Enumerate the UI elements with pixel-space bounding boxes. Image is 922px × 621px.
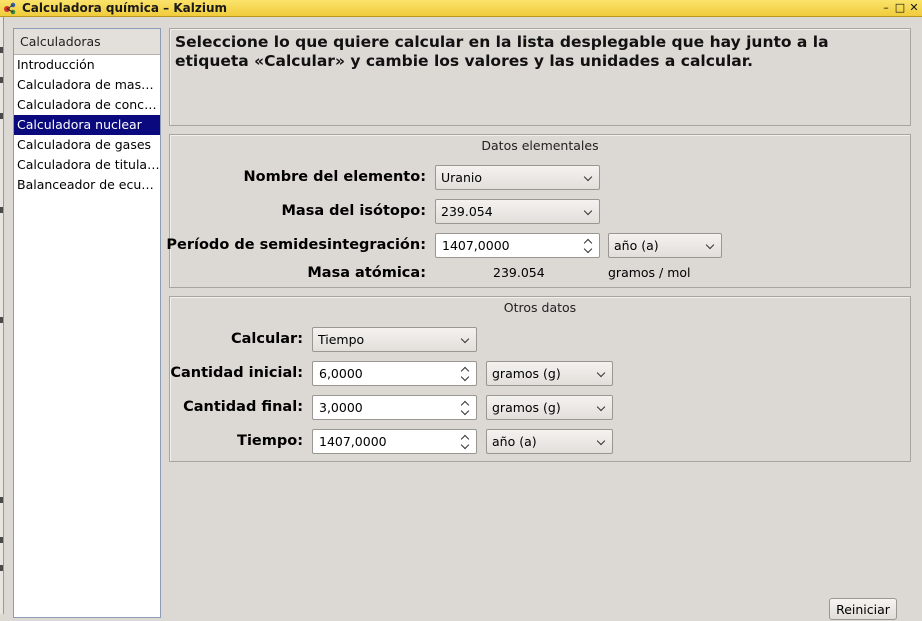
half-life-unit-value: año (a) [614,238,659,253]
element-name-value: Uranio [441,170,482,185]
kalzium-app-icon [4,2,16,15]
chevron-down-icon [705,240,715,250]
title-bar[interactable]: Calculadora química – Kalzium – □ ✕ [0,0,922,17]
description-text: Seleccione lo que quiere calcular en la … [175,33,829,70]
sidebar-item-titulacion[interactable]: Calculadora de titulación [14,155,160,175]
calculate-label: Calcular: [230,331,303,347]
elemental-data-title: Datos elementales [481,138,599,153]
time-value: 1407,0000 [319,434,387,449]
sidebar-item-masa-molecular[interactable]: Calculadora de masa molecular [14,75,160,95]
chevron-down-icon [460,334,470,344]
elemental-data-group: Datos elementales Nombre del elemento: U… [166,134,911,288]
time-label: Tiempo: [237,433,303,449]
sidebar-item-gases[interactable]: Calculadora de gases [14,135,160,155]
half-life-unit-combo[interactable]: año (a) [608,233,722,258]
chevron-down-icon [596,402,606,412]
calculate-combo[interactable]: Tiempo [312,327,477,352]
chevron-down-icon [583,206,593,216]
initial-amount-label: Cantidad inicial: [170,365,303,381]
spin-down-icon[interactable] [460,406,470,416]
sidebar-item-introduccion[interactable]: Introducción [14,55,160,75]
final-amount-spinbox[interactable]: 3,0000 [312,395,477,420]
time-unit-value: año (a) [492,434,537,449]
spin-down-icon[interactable] [460,372,470,382]
isotope-mass-value: 239.054 [441,204,493,219]
calculate-value: Tiempo [318,332,365,347]
time-spinbox[interactable]: 1407,0000 [312,429,477,454]
minimize-icon[interactable]: – [880,1,892,15]
chevron-down-icon [583,172,593,182]
element-name-label: Nombre del elemento: [243,169,426,185]
isotope-mass-label: Masa del isótopo: [281,203,426,219]
time-unit-combo[interactable]: año (a) [486,429,613,454]
half-life-value: 1407,0000 [442,238,510,253]
element-name-combo[interactable]: Uranio [435,165,600,190]
atomic-mass-unit: gramos / mol [608,265,691,280]
final-amount-value: 3,0000 [319,400,363,415]
reset-button[interactable]: Reiniciar [829,598,897,620]
initial-amount-unit-combo[interactable]: gramos (g) [486,361,613,386]
spin-down-icon[interactable] [460,440,470,450]
chevron-down-icon [596,436,606,446]
initial-amount-unit-value: gramos (g) [492,366,561,381]
half-life-label: Período de semidesintegración: [166,237,426,253]
maximize-icon[interactable]: □ [894,1,906,15]
sidebar-header[interactable]: Calculadoras [14,29,160,55]
initial-amount-spinbox[interactable]: 6,0000 [312,361,477,386]
final-amount-unit-value: gramos (g) [492,400,561,415]
background-window-edge [0,17,4,614]
half-life-spinbox[interactable]: 1407,0000 [435,233,600,258]
final-amount-unit-combo[interactable]: gramos (g) [486,395,613,420]
window-title: Calculadora química – Kalzium [22,1,227,15]
atomic-mass-value: 239.054 [493,265,545,280]
chevron-down-icon [596,368,606,378]
sidebar-item-concentracion[interactable]: Calculadora de concentración [14,95,160,115]
sidebar-item-balanceador[interactable]: Balanceador de ecuaciones [14,175,160,195]
atomic-mass-label: Masa atómica: [307,265,426,281]
isotope-mass-combo[interactable]: 239.054 [435,199,600,224]
other-data-group: Otros datos Calcular: Tiempo Cantidad in… [169,296,911,462]
close-icon[interactable]: ✕ [908,1,920,15]
final-amount-label: Cantidad final: [183,399,303,415]
initial-amount-value: 6,0000 [319,366,363,381]
spin-down-icon[interactable] [583,244,593,254]
sidebar-item-nuclear[interactable]: Calculadora nuclear [14,115,160,135]
calculators-sidebar: Calculadoras Introducción Calculadora de… [13,28,161,618]
description-panel: Seleccione lo que quiere calcular en la … [169,28,911,126]
other-data-title: Otros datos [503,300,577,315]
